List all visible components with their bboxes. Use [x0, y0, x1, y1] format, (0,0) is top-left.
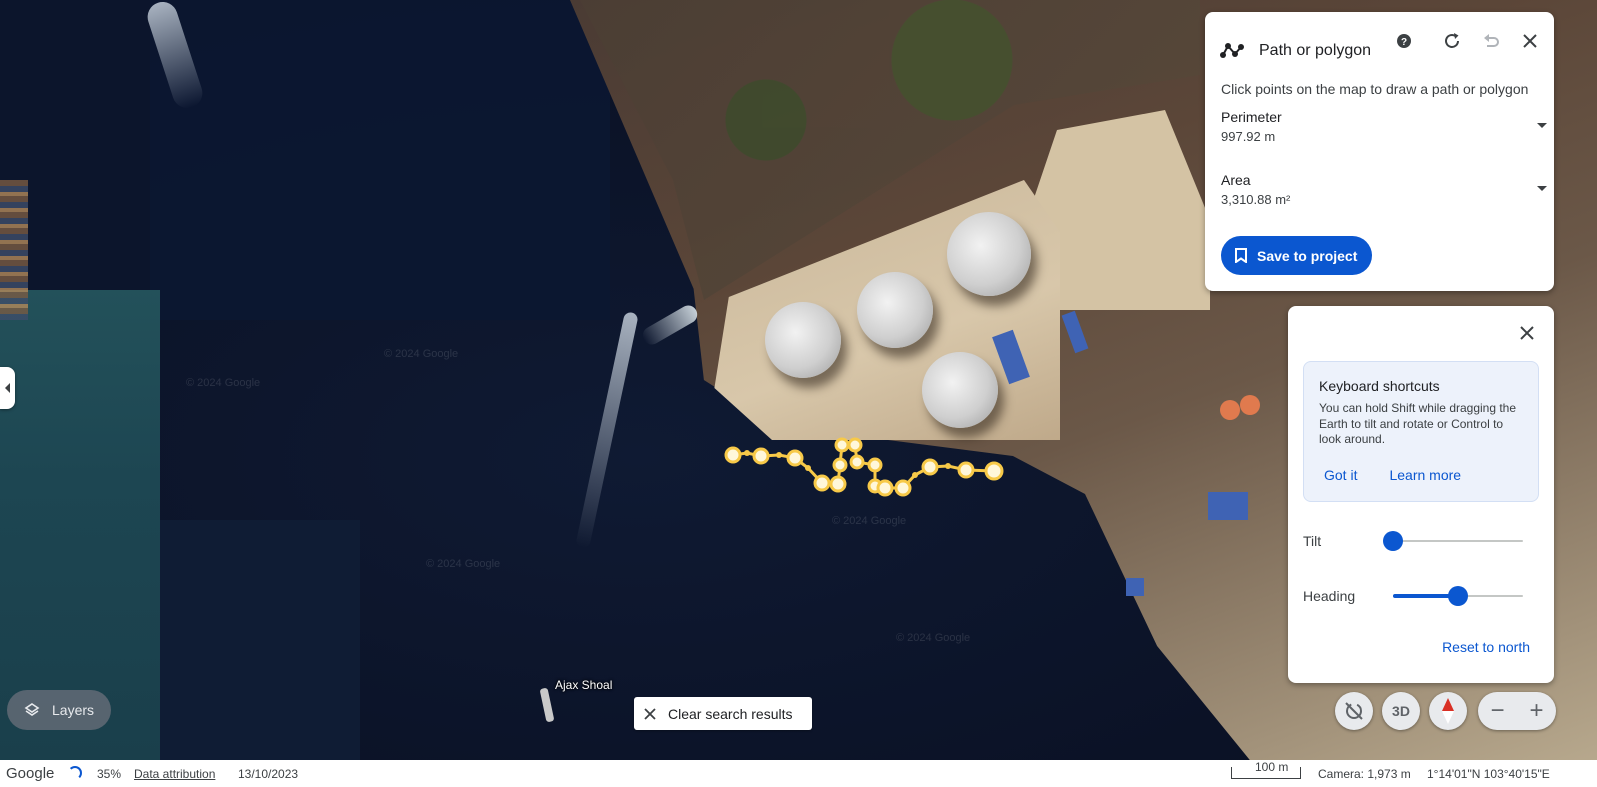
scale-bar — [1231, 767, 1301, 779]
reset-to-north-link[interactable]: Reset to north — [1442, 639, 1530, 655]
map-controls-panel: Keyboard shortcuts You can hold Shift wh… — [1288, 306, 1554, 683]
keyboard-shortcuts-card: Keyboard shortcuts You can hold Shift wh… — [1303, 361, 1539, 502]
tilt-knob[interactable] — [1383, 531, 1403, 551]
keyboard-shortcuts-title: Keyboard shortcuts — [1319, 378, 1440, 394]
path-polygon-panel: Path or polygon ? Click points on the ma… — [1205, 12, 1554, 291]
close-icon — [644, 707, 656, 720]
chevron-down-icon[interactable] — [1537, 123, 1547, 128]
tilt-reset-button[interactable] — [1335, 692, 1373, 730]
bookmark-icon — [1235, 248, 1247, 263]
got-it-button[interactable]: Got it — [1324, 467, 1357, 483]
close-icon[interactable] — [1518, 324, 1536, 342]
panel-header: Path or polygon — [1219, 38, 1371, 64]
panel-title: Path or polygon — [1259, 42, 1372, 59]
google-logo: Google — [6, 765, 55, 782]
layers-icon — [24, 703, 40, 716]
svg-text:?: ? — [1401, 37, 1407, 48]
chevron-left-icon — [4, 383, 10, 393]
rotate-off-icon — [1345, 702, 1363, 720]
refresh-icon[interactable] — [1440, 29, 1464, 53]
layers-label: Layers — [52, 702, 95, 718]
tilt-slider-row: Tilt — [1303, 531, 1539, 551]
coordinates: 1°14'01"N 103°40'15"E — [1427, 767, 1550, 781]
loading-spinner-icon — [68, 766, 82, 780]
heading-slider[interactable] — [1393, 586, 1523, 606]
close-icon[interactable] — [1518, 29, 1542, 53]
learn-more-link[interactable]: Learn more — [1389, 467, 1461, 483]
3d-toggle-button[interactable]: 3D — [1382, 692, 1420, 730]
loading-progress: 35% — [97, 767, 122, 781]
area-section[interactable]: Area 3,310.88 m² — [1221, 172, 1547, 207]
help-icon[interactable]: ? — [1392, 29, 1416, 53]
chevron-down-icon[interactable] — [1537, 186, 1547, 191]
camera-altitude: Camera: 1,973 m — [1318, 767, 1411, 781]
undo-icon[interactable] — [1479, 29, 1503, 53]
heading-slider-row: Heading — [1303, 586, 1539, 606]
imagery-date: 13/10/2023 — [238, 767, 299, 781]
clear-search-results-button[interactable]: Clear search results — [634, 697, 812, 730]
compass-button[interactable] — [1429, 692, 1467, 730]
panel-hint: Click points on the map to draw a path o… — [1221, 81, 1529, 97]
collapse-sidebar-handle[interactable] — [0, 367, 15, 409]
heading-label: Heading — [1303, 588, 1356, 604]
tilt-slider[interactable] — [1383, 531, 1523, 551]
layers-button[interactable]: Layers — [7, 690, 111, 730]
tilt-label: Tilt — [1303, 533, 1322, 549]
map-place-label: Ajax Shoal — [555, 678, 613, 692]
save-to-project-label: Save to project — [1257, 247, 1358, 264]
perimeter-label: Perimeter — [1221, 109, 1282, 125]
data-attribution-link[interactable]: Data attribution — [134, 767, 215, 781]
path-icon — [1220, 43, 1244, 58]
clear-search-label: Clear search results — [668, 705, 793, 722]
area-value: 3,310.88 m² — [1221, 192, 1291, 207]
area-label: Area — [1221, 172, 1251, 188]
save-to-project-button[interactable]: Save to project — [1221, 236, 1372, 275]
compass-icon — [1442, 698, 1454, 724]
zoom-controls: − + — [1478, 692, 1556, 730]
heading-knob[interactable] — [1448, 586, 1468, 606]
keyboard-shortcuts-text: You can hold Shift while dragging the Ea… — [1319, 401, 1517, 446]
zoom-out-button[interactable]: − — [1483, 692, 1513, 730]
status-bar: Google 35% Data attribution 13/10/2023 1… — [0, 760, 1597, 787]
perimeter-section[interactable]: Perimeter 997.92 m — [1221, 109, 1547, 144]
perimeter-value: 997.92 m — [1221, 129, 1276, 144]
zoom-in-button[interactable]: + — [1522, 692, 1552, 730]
